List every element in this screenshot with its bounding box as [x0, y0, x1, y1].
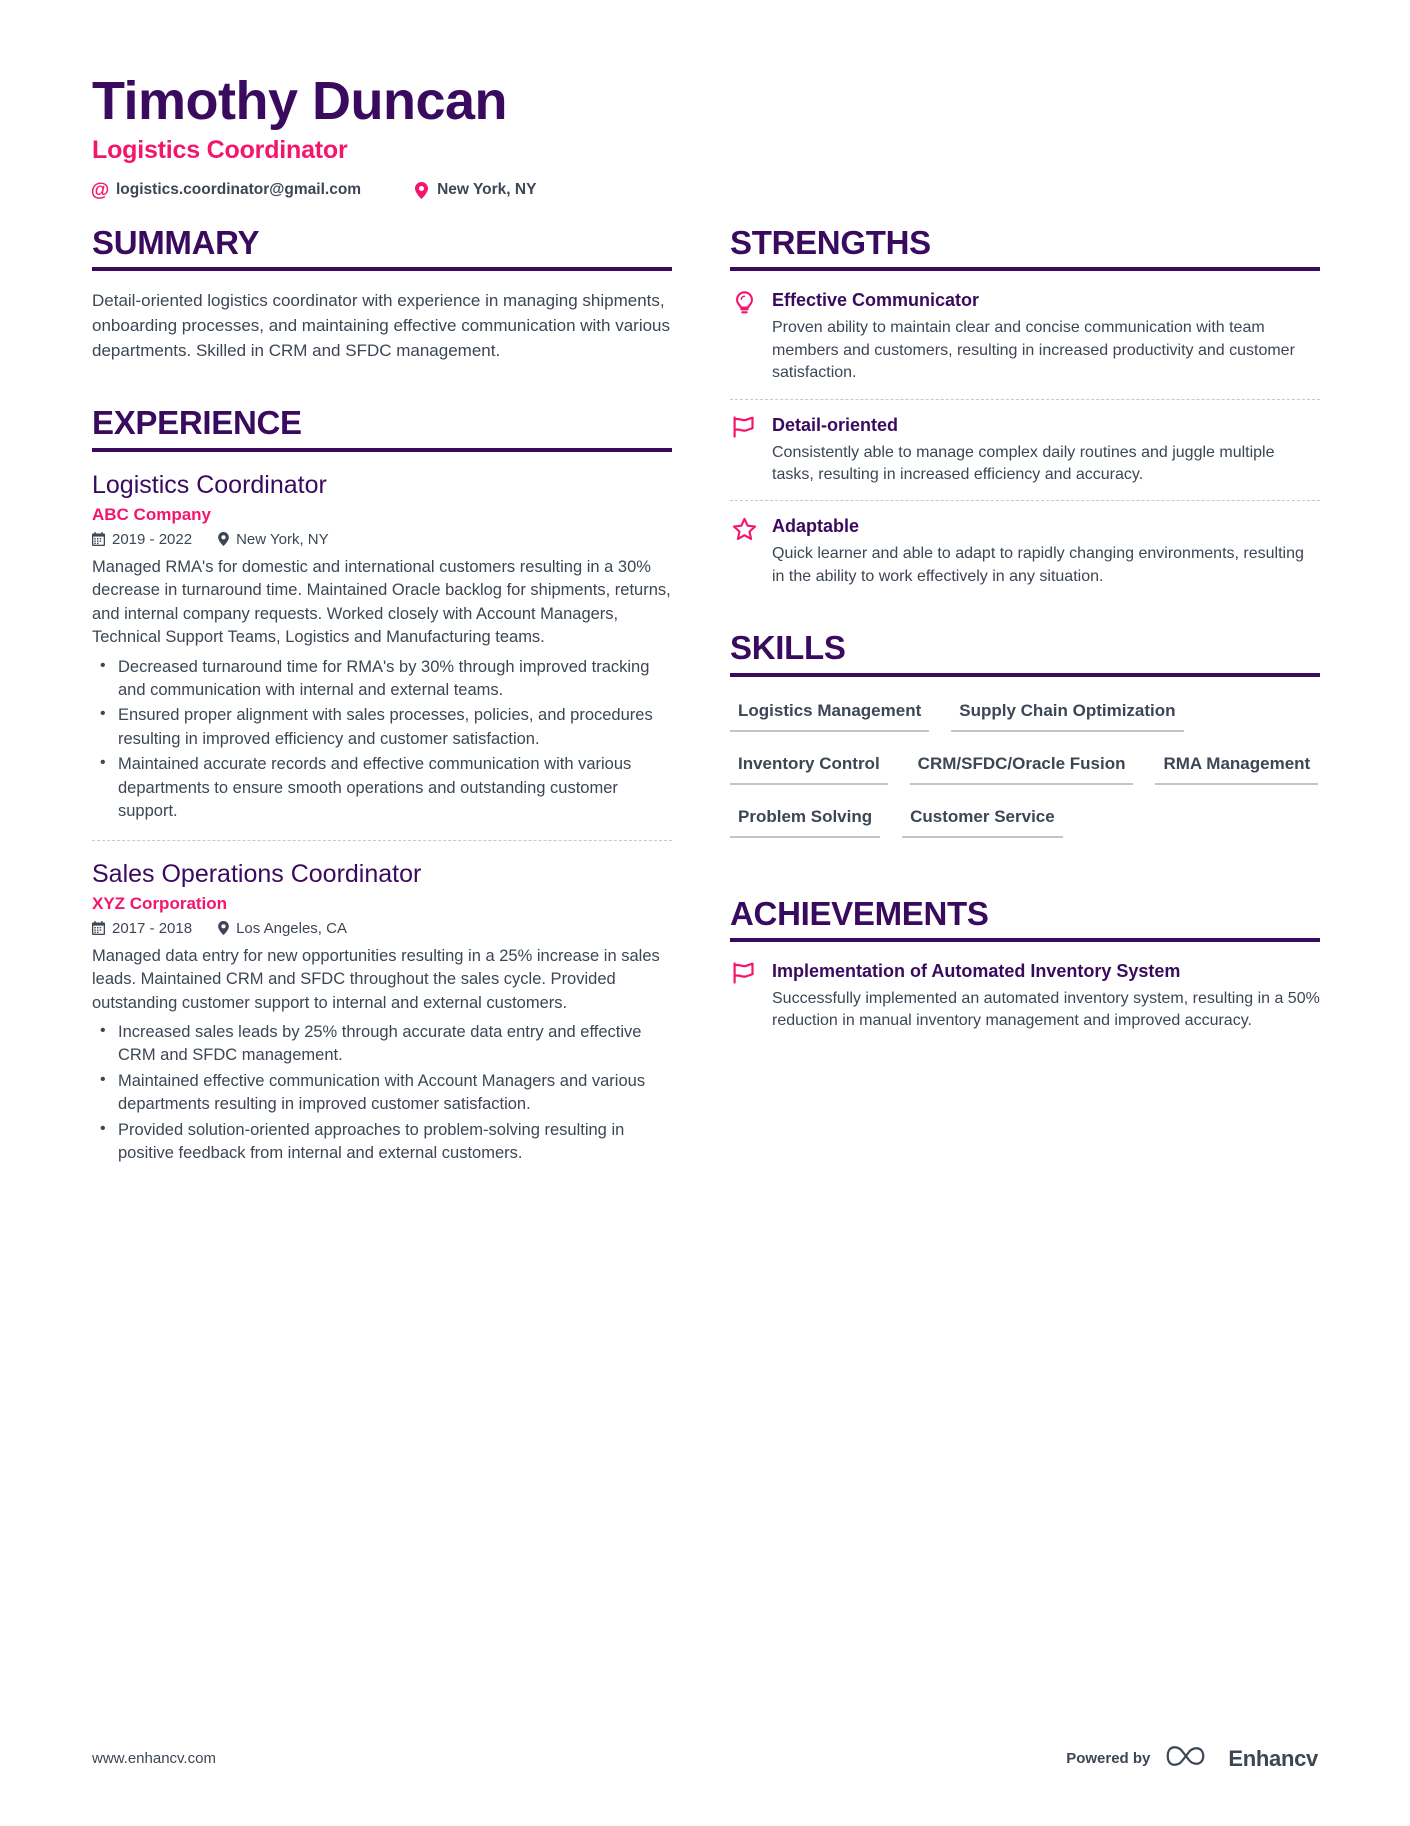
section-summary: SUMMARY Detail-oriented logistics coordi… — [92, 224, 672, 363]
achievement-title: Implementation of Automated Inventory Sy… — [772, 960, 1181, 981]
experience-role: Sales Operations Coordinator — [92, 859, 422, 888]
resume-header: Timothy Duncan Logistics Coordinator @ l… — [90, 70, 1318, 201]
section-rule — [92, 267, 672, 272]
experience-bullet: Provided solution-oriented approaches to… — [92, 1118, 672, 1166]
experience-bullet: Increased sales leads by 25% through acc… — [92, 1020, 672, 1068]
strength-text: Consistently able to manage complex dail… — [772, 443, 1275, 484]
location-pin-icon — [218, 532, 229, 547]
experience-dates: 2017 - 2018 — [92, 920, 192, 937]
strength-title: Adaptable — [772, 516, 860, 537]
star-icon — [730, 515, 758, 541]
candidate-job-title: Logistics Coordinator — [92, 136, 348, 165]
experience-meta: 2019 - 2022 New York, NY — [92, 531, 672, 548]
experience-bullets: Decreased turnaround time for RMA's by 3… — [92, 655, 672, 824]
left-column: SUMMARY Detail-oriented logistics coordi… — [92, 224, 672, 1175]
strength-separator — [730, 500, 1320, 502]
skill-tag[interactable]: Supply Chain Optimization — [951, 695, 1184, 732]
section-title-summary: SUMMARY — [92, 224, 260, 262]
experience-bullet: Maintained accurate records and effectiv… — [92, 752, 672, 823]
strength-item: Detail-oriented Consistently able to man… — [730, 414, 1320, 487]
strength-separator — [730, 398, 1320, 400]
experience-meta: 2017 - 2018 Los Angeles, CA — [92, 920, 672, 937]
skill-tag[interactable]: Inventory Control — [730, 748, 888, 785]
contact-location: New York, NY — [413, 181, 536, 199]
section-rule — [730, 672, 1320, 677]
strength-body: Adaptable Quick learner and able to adap… — [772, 515, 1320, 588]
experience-description: Managed RMA's for domestic and internati… — [92, 557, 671, 647]
section-title-skills: SKILLS — [730, 629, 846, 667]
experience-dates-value: 2017 - 2018 — [112, 919, 193, 937]
section-experience: EXPERIENCE Logistics Coordinator ABC Com… — [92, 405, 672, 1165]
powered-by-label: Powered by — [1066, 1750, 1151, 1767]
achievement-text: Successfully implemented an automated in… — [772, 989, 1320, 1030]
strength-text: Proven ability to maintain clear and con… — [772, 319, 1295, 382]
contact-location-value: New York, NY — [437, 181, 537, 199]
skill-tag[interactable]: Problem Solving — [730, 801, 881, 838]
experience-bullet: Ensured proper alignment with sales proc… — [92, 703, 672, 751]
experience-entry: Logistics Coordinator ABC Company 2019 -… — [92, 470, 672, 824]
enhancv-logo-icon — [1166, 1743, 1212, 1774]
experience-entry: Sales Operations Coordinator XYZ Corpora… — [92, 859, 672, 1166]
brand-name: Enhancv — [1228, 1745, 1318, 1771]
lightbulb-icon — [730, 289, 758, 315]
section-rule — [730, 937, 1320, 942]
section-title-achievements: ACHIEVEMENTS — [730, 894, 989, 932]
experience-bullets: Increased sales leads by 25% through acc… — [92, 1020, 672, 1166]
calendar-icon — [92, 921, 105, 936]
achievement-item: Implementation of Automated Inventory Sy… — [730, 960, 1320, 1033]
right-column: STRENGTHS Effective Communicator Proven … — [730, 224, 1320, 1039]
contact-email[interactable]: @ logistics.coordinator@gmail.com — [90, 179, 362, 201]
section-title-strengths: STRENGTHS — [730, 224, 931, 262]
skill-tag[interactable]: CRM/SFDC/Oracle Fusion — [909, 748, 1134, 785]
skill-tag[interactable]: Customer Service — [902, 801, 1063, 838]
location-pin-icon — [413, 181, 429, 199]
strength-title: Effective Communicator — [772, 290, 980, 311]
section-skills: SKILLS Logistics Management Supply Chain… — [730, 629, 1320, 854]
experience-bullet: Maintained effective communication with … — [92, 1069, 672, 1117]
experience-location-value: New York, NY — [236, 530, 329, 548]
experience-role: Logistics Coordinator — [92, 470, 327, 499]
contact-row: @ logistics.coordinator@gmail.com New Yo… — [90, 179, 1318, 201]
resume-columns: SUMMARY Detail-oriented logistics coordi… — [92, 224, 1320, 1175]
experience-dates: 2019 - 2022 — [92, 531, 192, 548]
skill-tag[interactable]: RMA Management — [1155, 748, 1319, 785]
calendar-icon — [92, 532, 105, 547]
experience-location-value: Los Angeles, CA — [236, 919, 347, 937]
contact-email-value: logistics.coordinator@gmail.com — [116, 181, 362, 199]
flag-icon — [730, 414, 758, 438]
candidate-name: Timothy Duncan — [92, 71, 508, 131]
section-achievements: ACHIEVEMENTS Implementation of Automated… — [730, 894, 1320, 1033]
strength-item: Adaptable Quick learner and able to adap… — [730, 515, 1320, 588]
section-title-experience: EXPERIENCE — [92, 404, 302, 442]
strength-body: Effective Communicator Proven ability to… — [772, 289, 1320, 384]
strength-item: Effective Communicator Proven ability to… — [730, 289, 1320, 384]
at-icon: @ — [90, 179, 110, 201]
entry-separator — [92, 839, 672, 841]
strength-body: Detail-oriented Consistently able to man… — [772, 414, 1320, 487]
strength-text: Quick learner and able to adapt to rapid… — [772, 545, 1304, 585]
achievement-body: Implementation of Automated Inventory Sy… — [772, 960, 1320, 1033]
strength-title: Detail-oriented — [772, 414, 899, 435]
flag-icon — [730, 960, 758, 984]
experience-bullet: Decreased turnaround time for RMA's by 3… — [92, 655, 672, 703]
footer-brand: Powered by Enhancv — [1066, 1743, 1318, 1774]
skills-list: Logistics Management Supply Chain Optimi… — [730, 695, 1320, 854]
summary-text: Detail-oriented logistics coordinator wi… — [92, 291, 671, 360]
experience-dates-value: 2019 - 2022 — [112, 530, 193, 548]
resume-page: Timothy Duncan Logistics Coordinator @ l… — [0, 0, 1410, 1826]
experience-company: XYZ Corporation — [92, 893, 228, 913]
skill-tag[interactable]: Logistics Management — [730, 695, 930, 732]
experience-location: New York, NY — [218, 531, 329, 548]
footer-url[interactable]: www.enhancv.com — [92, 1750, 216, 1767]
location-pin-icon — [218, 921, 229, 936]
section-rule — [92, 447, 672, 452]
section-rule — [730, 267, 1320, 272]
experience-description: Managed data entry for new opportunities… — [92, 946, 660, 1012]
experience-location: Los Angeles, CA — [218, 920, 347, 937]
experience-company: ABC Company — [92, 504, 212, 524]
page-footer: www.enhancv.com Powered by Enhancv — [92, 1743, 1318, 1774]
section-strengths: STRENGTHS Effective Communicator Proven … — [730, 224, 1320, 588]
